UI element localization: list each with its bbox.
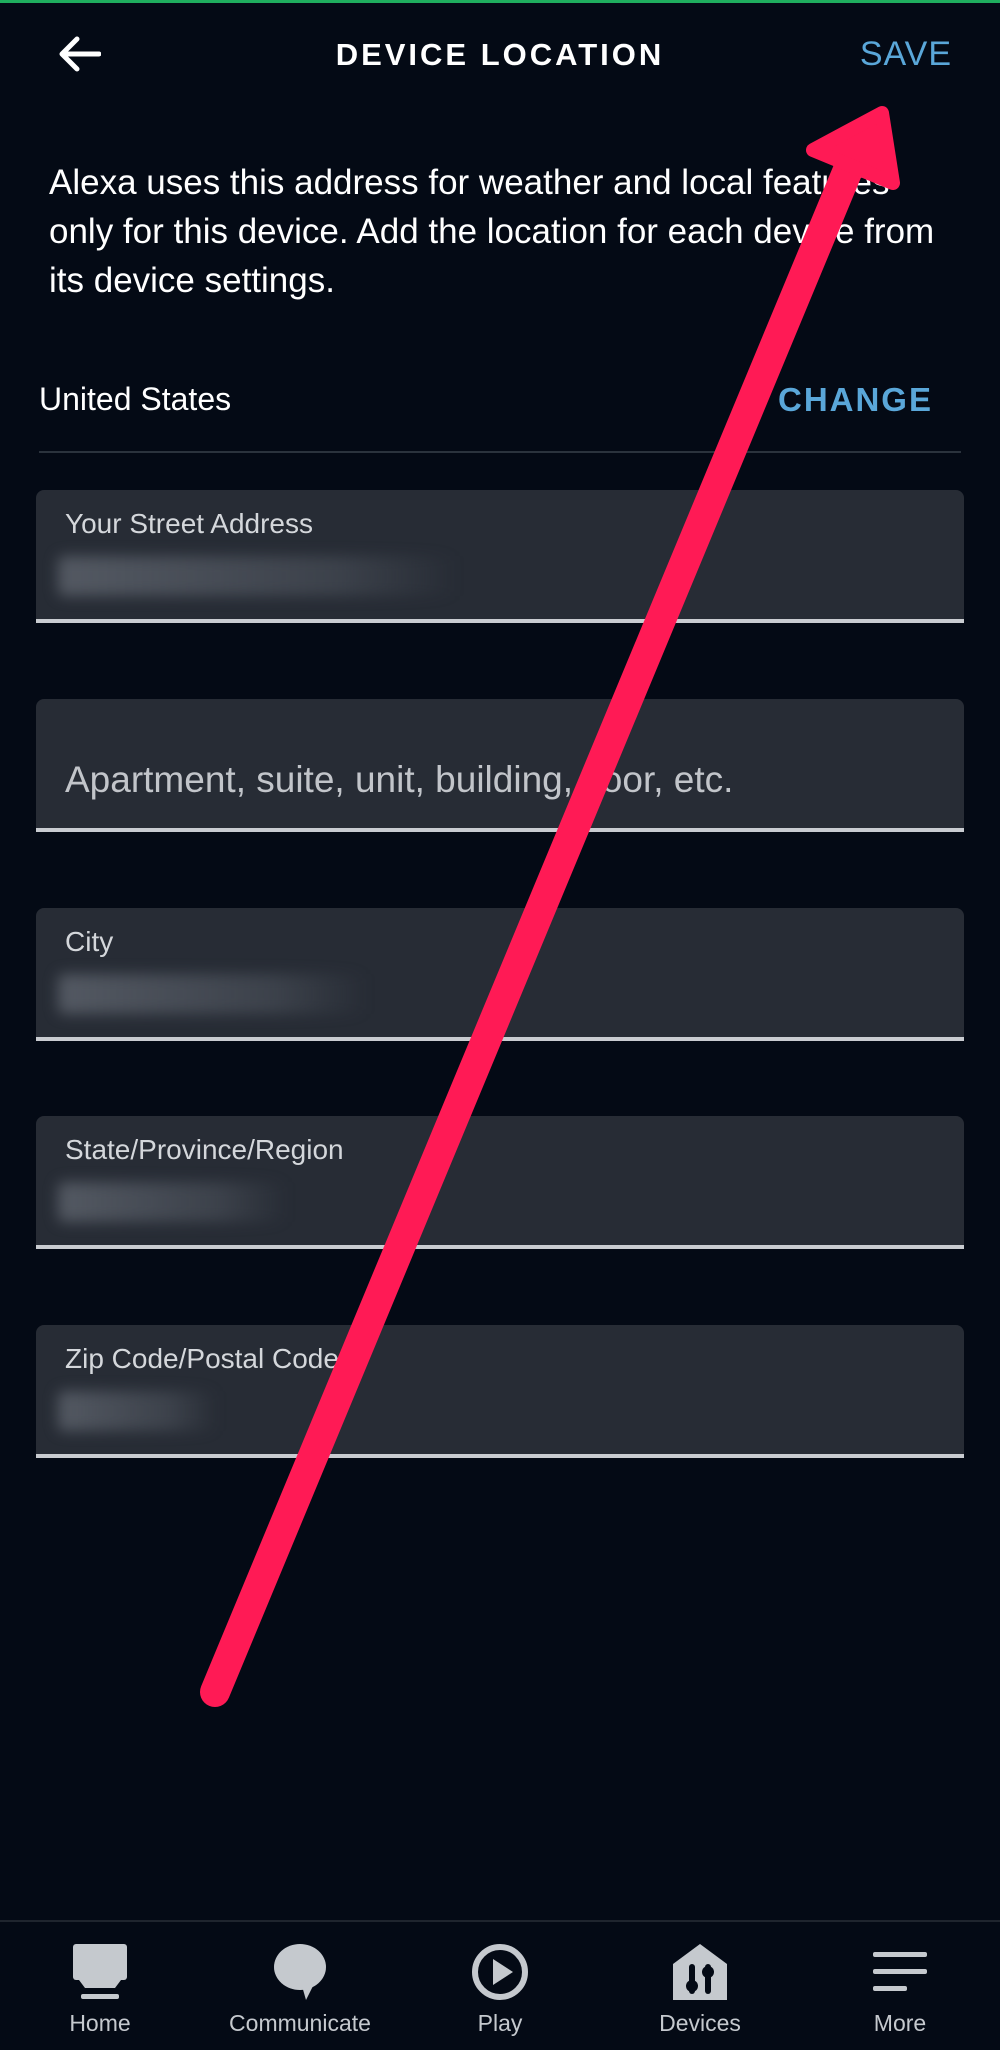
street-address-value-redacted [58, 556, 458, 596]
state-field[interactable]: State/Province/Region [36, 1116, 964, 1249]
city-field[interactable]: City [36, 908, 964, 1041]
nav-devices-label: Devices [659, 2010, 741, 2036]
menu-icon [868, 1940, 932, 2004]
street-address-field[interactable]: Your Street Address [36, 490, 964, 623]
chat-bubble-icon [268, 1940, 332, 2004]
state-value-redacted [58, 1182, 288, 1222]
nav-play-label: Play [477, 2010, 523, 2036]
zip-field[interactable]: Zip Code/Postal Code [36, 1325, 964, 1458]
state-label: State/Province/Region [65, 1134, 344, 1165]
bottom-navigation: Home Communicate Play Devices More [0, 1920, 1000, 2050]
nav-devices[interactable]: Devices [600, 1922, 800, 2050]
page-title: DEVICE LOCATION [335, 37, 665, 72]
country-name: United States [39, 381, 232, 417]
nav-communicate[interactable]: Communicate [200, 1922, 400, 2050]
nav-more-label: More [873, 2010, 927, 2036]
nav-home[interactable]: Home [0, 1922, 200, 2050]
location-description: Alexa uses this address for weather and … [49, 163, 935, 300]
zip-value-redacted [58, 1391, 218, 1431]
apartment-placeholder: Apartment, suite, unit, building, floor,… [65, 759, 734, 800]
country-row: United States CHANGE [39, 375, 961, 453]
nav-home-label: Home [69, 2010, 131, 2036]
change-country-button[interactable]: CHANGE [778, 381, 933, 419]
save-button[interactable]: SAVE [860, 35, 952, 74]
nav-play[interactable]: Play [400, 1922, 600, 2050]
nav-more[interactable]: More [800, 1922, 1000, 2050]
home-icon [68, 1940, 132, 2004]
city-label: City [65, 926, 114, 957]
street-address-label: Your Street Address [65, 508, 314, 539]
play-icon [468, 1940, 532, 2004]
city-value-redacted [58, 974, 368, 1014]
top-app-bar: DEVICE LOCATION SAVE [0, 3, 1000, 107]
nav-communicate-label: Communicate [229, 2010, 371, 2036]
apartment-field[interactable]: Apartment, suite, unit, building, floor,… [36, 699, 964, 832]
devices-icon [668, 1940, 732, 2004]
zip-label: Zip Code/Postal Code [65, 1343, 339, 1374]
